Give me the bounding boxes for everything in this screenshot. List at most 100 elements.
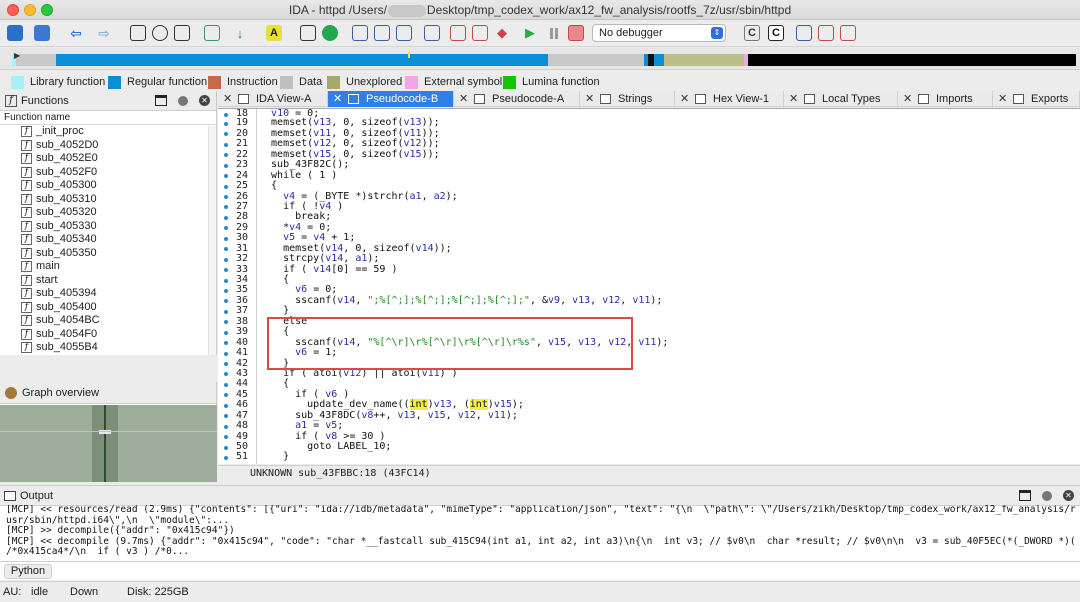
structures-icon[interactable] xyxy=(424,25,440,41)
code-line[interactable]: 43 if ( atoi(v12) || atoi(v11) ) xyxy=(218,368,1080,379)
close-tab-icon[interactable]: ✕ xyxy=(585,91,594,107)
function-list-item[interactable]: f _init_proc xyxy=(0,125,216,139)
graph-icon[interactable] xyxy=(300,25,316,41)
function-list-item[interactable]: f sub_405320 xyxy=(0,206,216,220)
function-list-item[interactable]: f sub_405300 xyxy=(0,179,216,193)
code-line[interactable]: 36 sscanf(v14, ";%[^;];%[^;];%[^;];%[^;]… xyxy=(218,295,1080,306)
pause-icon[interactable] xyxy=(546,25,562,41)
list-add-icon[interactable] xyxy=(818,25,834,41)
code-line[interactable]: 27 if ( !v4 ) xyxy=(218,201,1080,212)
save-icon[interactable] xyxy=(34,25,50,41)
maximize-panel-button[interactable] xyxy=(155,95,167,106)
close-tab-icon[interactable]: ✕ xyxy=(333,91,342,107)
code-line[interactable]: 24 while ( 1 ) xyxy=(218,170,1080,181)
restore-panel-button[interactable] xyxy=(178,96,188,106)
function-name-column-header[interactable]: Function name xyxy=(0,111,216,125)
open-file-icon[interactable] xyxy=(7,25,23,41)
function-list-item[interactable]: f main xyxy=(0,260,216,274)
function-list-item[interactable]: f sub_4054F0 xyxy=(0,328,216,342)
function-list-item[interactable]: f sub_4052E0 xyxy=(0,152,216,166)
lumina-icon[interactable] xyxy=(322,25,338,41)
graph-overview-canvas[interactable] xyxy=(0,405,217,482)
close-output-button[interactable]: ✕ xyxy=(1063,490,1074,501)
close-tab-icon[interactable]: ✕ xyxy=(459,91,468,107)
back-arrow-icon[interactable]: ⇦ xyxy=(68,25,84,41)
line-marker-dot xyxy=(224,299,228,304)
strings-icon[interactable] xyxy=(374,25,390,41)
search-icon[interactable] xyxy=(152,25,168,41)
function-list-item[interactable]: f sub_405394 xyxy=(0,287,216,301)
legend-item-data: Data xyxy=(280,75,322,89)
debugger-select[interactable]: No debugger ⇕ xyxy=(592,24,726,42)
code-icon[interactable]: C xyxy=(768,25,784,41)
forward-arrow-icon[interactable]: ⇨ xyxy=(96,25,112,41)
tab-local-types[interactable]: ✕ Local Types xyxy=(784,91,898,107)
function-list-item[interactable]: f start xyxy=(0,274,216,288)
search-text-icon[interactable] xyxy=(174,25,190,41)
stop-icon[interactable] xyxy=(568,25,584,41)
function-list-item[interactable]: f sub_4055B4 xyxy=(0,341,216,355)
segments-icon[interactable] xyxy=(352,25,368,41)
navigation-band-track[interactable] xyxy=(12,50,1076,66)
function-list-item[interactable]: f sub_4052F0 xyxy=(0,166,216,180)
code-line[interactable]: 47 sub_43F8DC(v8++, v13, v15, v12, v11); xyxy=(218,410,1080,421)
function-list-item[interactable]: f sub_405340 xyxy=(0,233,216,247)
close-tab-icon[interactable]: ✕ xyxy=(223,91,232,107)
diamond-icon[interactable]: ◆ xyxy=(494,25,510,41)
output-log[interactable]: [MCP] << resources/read (2.9ms) {"conten… xyxy=(6,505,1076,558)
tab-bar: ✕ IDA View-A ✕ Pseudocode-B ✕ Pseudocode-A … xyxy=(218,91,1080,107)
close-tab-icon[interactable]: ✕ xyxy=(789,91,798,107)
tab-exports[interactable]: ✕ Exports xyxy=(993,91,1080,107)
function-icon: f xyxy=(21,328,32,340)
pseudocode-view[interactable]: 18 v10 = 0; 19 memset(v13, 0, sizeof(v13)… xyxy=(218,108,1080,464)
code-line[interactable]: 34 { xyxy=(218,274,1080,285)
function-list-item[interactable]: f sub_4052D0 xyxy=(0,139,216,153)
tab-ida-view-a[interactable]: ✕ IDA View-A xyxy=(218,91,328,107)
function-list-item[interactable]: f sub_405400 xyxy=(0,301,216,315)
patch-icon[interactable] xyxy=(472,25,488,41)
tab-imports[interactable]: ✕ Imports xyxy=(898,91,993,107)
tab-pseudocode-a[interactable]: ✕ Pseudocode-A xyxy=(454,91,580,107)
maximize-output-button[interactable] xyxy=(1019,490,1031,501)
function-list-item[interactable]: f sub_405350 xyxy=(0,247,216,261)
functions-scrollbar[interactable] xyxy=(208,126,216,355)
tab-strings[interactable]: ✕ Strings xyxy=(580,91,675,107)
tab-hex-view-1[interactable]: ✕ Hex View-1 xyxy=(675,91,784,107)
step-icon[interactable]: C xyxy=(744,25,760,41)
code-line[interactable]: 51 } xyxy=(218,451,1080,462)
code-line[interactable]: 23 sub_43F82C(); xyxy=(218,159,1080,170)
function-name: sub_405400 xyxy=(36,300,97,313)
python-language-button[interactable]: Python xyxy=(4,564,52,579)
code-line[interactable]: 48 a1 = v5; xyxy=(218,420,1080,431)
code-line[interactable]: 25 { xyxy=(218,180,1080,191)
navigation-band[interactable]: ▶ xyxy=(0,48,1080,70)
text-color-icon[interactable]: A xyxy=(266,25,282,41)
close-tab-icon[interactable]: ✕ xyxy=(680,91,689,107)
jump-icon[interactable] xyxy=(130,25,146,41)
tab-pseudocode-b[interactable]: ✕ Pseudocode-B xyxy=(328,91,454,107)
code-line[interactable]: 28 break; xyxy=(218,211,1080,222)
run-script-icon[interactable] xyxy=(204,25,220,41)
functions-panel-title: Functions xyxy=(21,95,69,107)
close-tab-icon[interactable]: ✕ xyxy=(903,91,912,107)
code-line[interactable]: 37 } xyxy=(218,305,1080,316)
breakpoint-icon[interactable] xyxy=(450,25,466,41)
list-remove-icon[interactable] xyxy=(840,25,856,41)
function-list-item[interactable]: f sub_405330 xyxy=(0,220,216,234)
restore-output-button[interactable] xyxy=(1042,491,1052,501)
code-line[interactable]: 33 if ( v14[0] == 59 ) xyxy=(218,264,1080,275)
functions-panel-header: f Functions ✕ xyxy=(0,91,216,111)
redacted-username xyxy=(387,4,426,17)
close-panel-button[interactable]: ✕ xyxy=(199,95,210,106)
down-arrow-icon[interactable]: ↓ xyxy=(232,25,248,41)
close-tab-icon[interactable]: ✕ xyxy=(998,91,1007,107)
names-icon[interactable] xyxy=(396,25,412,41)
code-line[interactable]: 50 goto LABEL_10; xyxy=(218,441,1080,452)
python-command-input[interactable] xyxy=(56,564,1076,579)
code-line[interactable]: 26 v4 = (_BYTE *)strchr(a1, a2); xyxy=(218,191,1080,202)
list-icon[interactable] xyxy=(796,25,812,41)
function-list-item[interactable]: f sub_4054BC xyxy=(0,314,216,328)
code-line[interactable]: 32 strcpy(v14, a1); xyxy=(218,253,1080,264)
function-list-item[interactable]: f sub_405310 xyxy=(0,193,216,207)
play-icon[interactable]: ▶ xyxy=(522,25,538,41)
